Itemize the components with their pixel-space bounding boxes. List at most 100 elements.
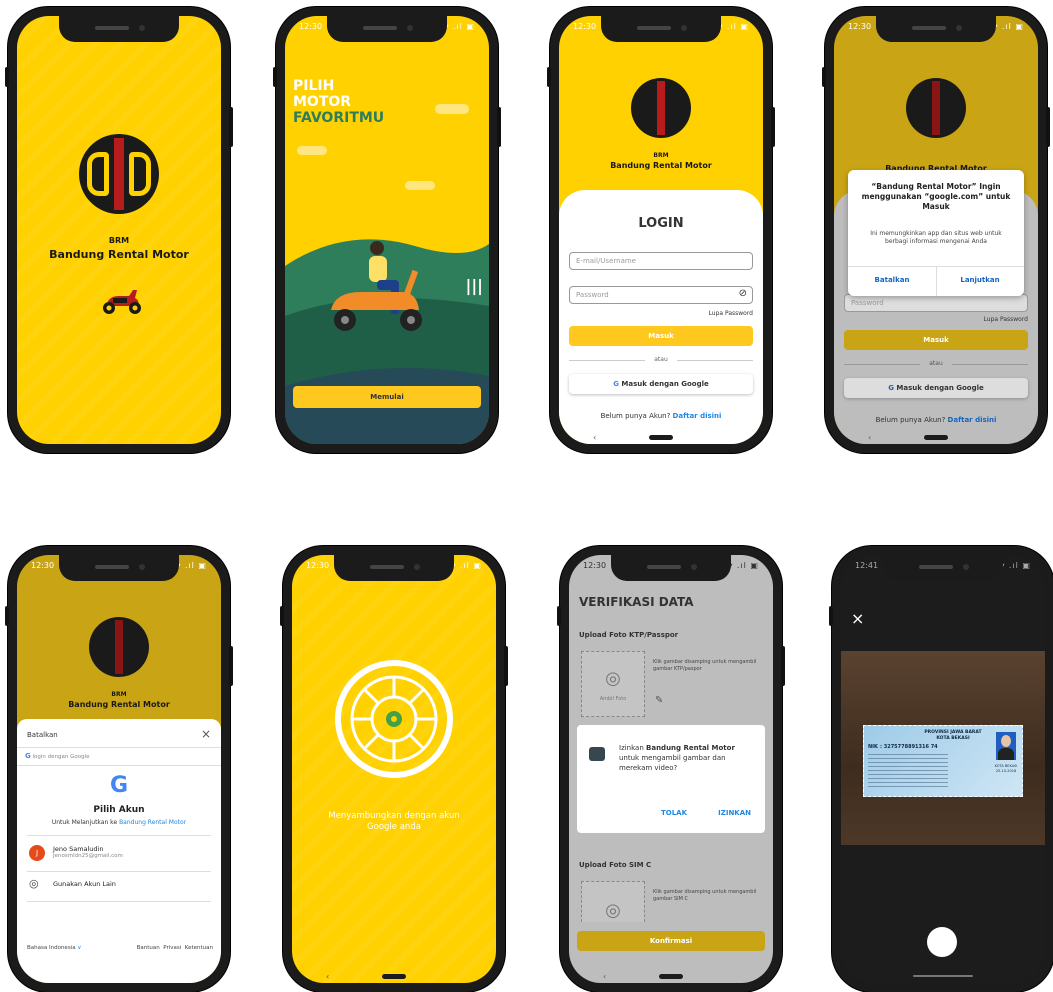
status-icons: ▾ .ıl ▣: [444, 22, 475, 31]
sheet-divider: [27, 835, 211, 836]
camera-icon: ◎: [605, 900, 621, 921]
login-button[interactable]: Masuk: [844, 330, 1028, 350]
home-bar[interactable]: [659, 974, 683, 979]
status-icons: ▾ .ıl ▣: [993, 22, 1024, 31]
back-icon[interactable]: ‹: [593, 433, 596, 442]
start-button[interactable]: Memulai: [293, 386, 481, 408]
sheet-divider: [17, 747, 221, 748]
google-login-button[interactable]: G Masuk dengan Google: [569, 374, 753, 394]
other-account-row[interactable]: ◎ Gunakan Akun Lain: [27, 877, 211, 895]
sheet-cancel-button[interactable]: Batalkan: [27, 731, 58, 739]
status-time: 12:30: [573, 22, 597, 31]
register-prompt: Belum punya Akun? Daftar disini: [559, 412, 763, 420]
status-icons: ▾ .ıl ▣: [451, 561, 482, 570]
google-login-button[interactable]: G Masuk dengan Google: [844, 378, 1028, 398]
back-icon[interactable]: ‹: [326, 972, 329, 981]
dialog-continue-button[interactable]: Lanjutkan: [936, 276, 1024, 284]
camera-icon: ◎: [605, 668, 621, 689]
brand-short: BRM: [111, 691, 127, 698]
register-link[interactable]: Daftar disini: [948, 416, 997, 424]
forgot-password-link[interactable]: Lupa Password: [984, 316, 1028, 323]
back-icon[interactable]: ‹: [868, 433, 871, 442]
ktp-upload-box[interactable]: ◎ Ambil Foto: [581, 651, 645, 717]
brm-logo: [89, 617, 149, 677]
or-label: atau: [920, 360, 952, 367]
status-time: 12:30: [31, 561, 55, 570]
onboard-title: PILIH MOTOR FAVORITMU: [293, 78, 384, 126]
permission-app: Bandung Rental Motor: [646, 744, 735, 752]
verify-screen: 12:30 ▾ .ıl ▣ VERIFIKASI DATA Upload Foto…: [569, 555, 773, 983]
subtitle-text: Untuk Melanjutkan ke: [51, 819, 118, 826]
google-search-label: login dengan Google: [32, 754, 90, 760]
phone-camera: 12:41 ▾ .ıl ▣ × PROVINSI JAWA BARAT KOTA …: [829, 546, 1053, 992]
register-prompt: Belum punya Akun? Daftar disini: [834, 416, 1038, 424]
dialog-cancel-button[interactable]: Batalkan: [848, 276, 936, 284]
account-row[interactable]: J Jeno Samaludin Jenosmldn25@gmail.com: [27, 843, 211, 867]
email-field[interactable]: E-mail/Username: [569, 252, 753, 270]
status-time: 12:30: [583, 561, 607, 570]
login-card: LOGIN E-mail/Username Password ⊘ Lupa Pa…: [559, 190, 763, 444]
language-label: Bahasa Indonesia: [27, 945, 76, 951]
choose-account-subtitle: Untuk Melanjutkan ke Bandung Rental Moto…: [17, 819, 221, 826]
ktp-hint: Klik gambar disamping untuk mengambil ga…: [653, 659, 757, 672]
id-photo: [996, 732, 1016, 760]
footer-links: Bantuan Privasi Ketentuan: [137, 945, 213, 951]
language-select[interactable]: Bahasa Indonesia ∨: [27, 945, 81, 951]
cloud-icon: [435, 104, 469, 114]
status-icons: ▾ .ıl ▣: [1000, 561, 1031, 570]
privacy-link[interactable]: Privasi: [163, 945, 181, 951]
home-bar[interactable]: [913, 975, 973, 977]
home-bar[interactable]: [382, 974, 406, 979]
status-time: 12:30: [848, 22, 872, 31]
forgot-password-link[interactable]: Lupa Password: [709, 310, 753, 317]
account-email: Jenosmldn25@gmail.com: [53, 853, 123, 859]
allow-button[interactable]: IZINKAN: [718, 809, 751, 817]
register-text: Belum punya Akun?: [600, 412, 671, 420]
login-screen: 12:30 ▾ .ıl ▣ BRM Bandung Rental Motor LO…: [559, 16, 763, 444]
phone-dialog: 12:30 ▾ .ıl ▣ Bandung Rental Motor Passwo…: [822, 7, 1050, 453]
brand-name: Bandung Rental Motor: [68, 700, 170, 709]
sheet-divider: [27, 871, 211, 872]
user-circle-icon: ◎: [29, 877, 39, 890]
ktp-label: Upload Foto KTP/Passpor: [579, 631, 679, 639]
terms-link[interactable]: Ketentuan: [185, 945, 213, 951]
subtitle-app-link: Bandung Rental Motor: [119, 819, 187, 826]
google-search-row[interactable]: G login dengan Google: [25, 752, 90, 760]
permission-dialog: Izinkan Bandung Rental Motor untuk menga…: [577, 725, 765, 833]
google-login-label: Masuk dengan Google: [621, 380, 709, 388]
confirm-button[interactable]: Konfirmasi: [577, 931, 765, 951]
id-nik: : 3275778891316 74: [880, 744, 938, 750]
onboard-screen: 12:30 ▾ .ıl ▣ PILIH MOTOR FAVORITMU ||| …: [285, 16, 489, 444]
dialog-body: Ini memungkinkan app dan situs web untuk…: [870, 230, 1002, 245]
shutter-button[interactable]: [927, 927, 957, 957]
sim-hint: Klik gambar disamping untuk mengambil ga…: [653, 889, 757, 902]
login-button[interactable]: Masuk: [569, 326, 753, 346]
close-icon[interactable]: ×: [851, 609, 864, 628]
eye-off-icon[interactable]: ⊘: [739, 288, 747, 299]
id-details-lines: [868, 754, 948, 790]
help-link[interactable]: Bantuan: [137, 945, 160, 951]
deny-button[interactable]: TOLAK: [661, 809, 687, 817]
home-bar[interactable]: [649, 435, 673, 440]
edit-icon[interactable]: ✎: [655, 695, 663, 706]
phone-connecting: 12:30 ▾ .ıl ▣ Menyambungkan dengan akun G…: [280, 546, 508, 992]
google-icon: G: [25, 752, 31, 760]
register-link[interactable]: Daftar disini: [673, 412, 722, 420]
status-time: 12:30: [299, 22, 323, 31]
status-icons: ▾ .ıl ▣: [718, 22, 749, 31]
dialog-screen: 12:30 ▾ .ıl ▣ Bandung Rental Motor Passwo…: [834, 16, 1038, 444]
password-field[interactable]: Password: [569, 286, 753, 304]
other-account-label: Gunakan Akun Lain: [53, 880, 116, 888]
back-icon[interactable]: ‹: [603, 972, 606, 981]
close-icon[interactable]: ×: [201, 727, 211, 741]
sim-upload-box[interactable]: ◎: [581, 881, 645, 922]
account-screen: 12:30 ▾ .ıl ▣ BRM Bandung Rental Motor Ba…: [17, 555, 221, 983]
phone-account: 12:30 ▾ .ıl ▣ BRM Bandung Rental Motor Ba…: [5, 546, 233, 992]
notch: [59, 16, 179, 42]
camera-viewfinder: PROVINSI JAWA BARAT KOTA BEKASI NIK : 32…: [841, 651, 1045, 845]
password-field[interactable]: Password: [844, 294, 1028, 312]
home-bar[interactable]: [924, 435, 948, 440]
camera-icon: [589, 747, 605, 761]
wheel-icon: [334, 659, 454, 779]
phone-login: 12:30 ▾ .ıl ▣ BRM Bandung Rental Motor LO…: [547, 7, 775, 453]
